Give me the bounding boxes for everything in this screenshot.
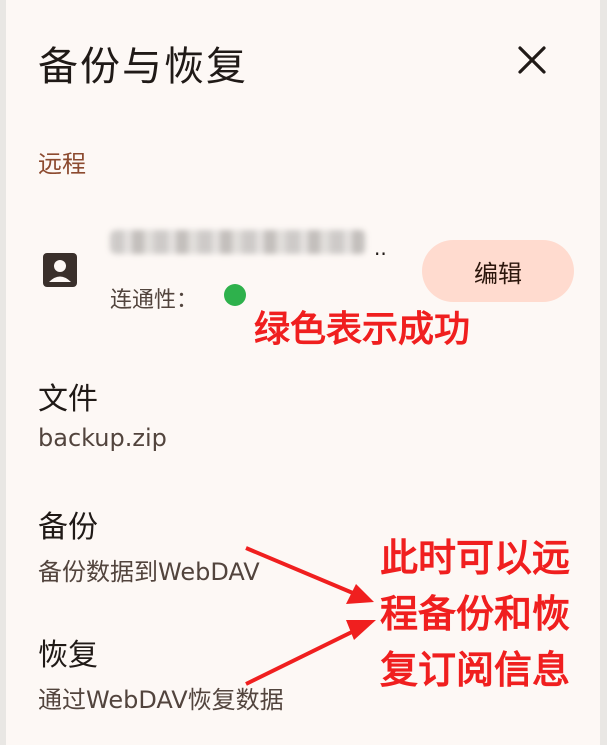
file-item-value[interactable]: backup.zip xyxy=(38,424,167,452)
edit-button[interactable]: 编辑 xyxy=(422,240,574,302)
close-icon xyxy=(518,46,546,74)
annotation-remote-info: 此时可以远程备份和恢复订阅信息 xyxy=(380,536,571,692)
dialog-title: 备份与恢复 xyxy=(38,44,248,90)
file-item-title[interactable]: 文件 xyxy=(38,374,98,418)
close-button[interactable] xyxy=(510,38,554,82)
account-box-icon xyxy=(42,252,78,288)
connectivity-status-indicator xyxy=(224,284,246,306)
remote-section-label: 远程 xyxy=(38,150,86,178)
connectivity-label: 连通性： xyxy=(110,288,199,313)
backup-item-title[interactable]: 备份 xyxy=(38,502,98,546)
annotation-green-success: 绿色表示成功 xyxy=(254,309,471,350)
remote-account-name-redacted xyxy=(110,230,366,254)
backup-item-subtitle[interactable]: 备份数据到WebDAV xyxy=(38,552,260,587)
restore-item-subtitle[interactable]: 通过WebDAV恢复数据 xyxy=(38,680,284,715)
account-name-ellipsis: .. xyxy=(374,236,387,260)
restore-item-title[interactable]: 恢复 xyxy=(38,630,98,674)
screen: 备份与恢复 远程 .. 连通性： 编辑 文件 backup.zip 备份 备份数… xyxy=(0,0,607,745)
